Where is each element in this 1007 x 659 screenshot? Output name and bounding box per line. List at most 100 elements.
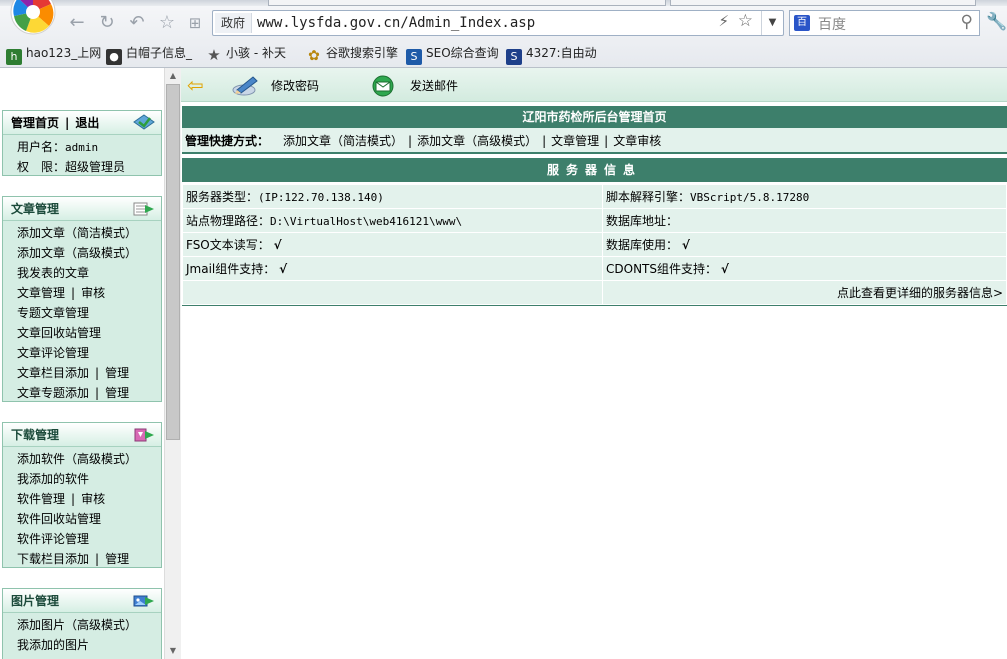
download-menu: 添加软件（高级模式） 我添加的软件 软件管理 | 审核 软件回收站管理 软件评论管理… — [3, 447, 161, 573]
baidu-icon[interactable]: 百 — [794, 15, 810, 31]
cdonts-label: CDONTS组件支持： — [606, 262, 717, 276]
picture-arrow-icon — [133, 595, 154, 607]
db-address-cell: 数据库地址： — [602, 208, 1007, 233]
site-category-tag: 政府 — [215, 13, 253, 33]
cdonts-cell: CDONTS组件支持： √ — [602, 256, 1007, 281]
back-icon[interactable]: ← — [66, 12, 88, 34]
grid-icon[interactable]: ⊞ — [184, 12, 206, 34]
menu-my-software[interactable]: 我添加的软件 — [17, 469, 161, 489]
menu-my-articles[interactable]: 我发表的文章 — [17, 263, 161, 283]
more-server-info-link[interactable]: 点此查看更详细的服务器信息> — [602, 280, 1007, 305]
bookmark-baimaozi[interactable]: ● 白帽子信息_ — [106, 42, 192, 65]
menu-article-column-add[interactable]: 文章栏目添加 — [17, 366, 89, 380]
menu-download-column-row: 下载栏目添加 | 管理 — [17, 549, 161, 569]
quick-add-article-simple[interactable]: 添加文章（简洁模式） — [283, 134, 403, 148]
quick-article-manage[interactable]: 文章管理 — [551, 134, 599, 148]
scroll-down-icon[interactable]: ▼ — [165, 643, 181, 659]
change-password-link[interactable]: 修改密码 — [271, 77, 319, 94]
bookmark-seo[interactable]: S SEO综合查询 — [406, 42, 499, 65]
mac-icon: ● — [106, 49, 122, 65]
menu-article-audit[interactable]: 审核 — [81, 286, 105, 300]
menu-add-article-simple[interactable]: 添加文章（简洁模式） — [17, 223, 161, 243]
home-link[interactable]: 管理首页 — [11, 116, 59, 130]
url-text[interactable]: www.lysfda.gov.cn/Admin_Index.asp — [257, 14, 535, 32]
article-panel-header[interactable]: 文章管理 — [3, 197, 161, 221]
browser-logo-icon[interactable] — [6, 0, 60, 36]
lightning-icon[interactable]: ⚡ — [718, 12, 729, 30]
script-engine-label: 脚本解释引擎： — [606, 190, 691, 204]
reload-icon[interactable]: ↻ — [96, 12, 118, 34]
pencil-icon[interactable] — [231, 73, 259, 97]
separator: | — [604, 134, 609, 148]
bookmark-google[interactable]: ✿ 谷歌搜索引擎 — [306, 42, 398, 64]
menu-download-column-manage[interactable]: 管理 — [105, 552, 129, 566]
menu-add-picture[interactable]: 添加图片（高级模式） — [17, 615, 161, 635]
main-content: ⇦ 修改密码 发送邮件 辽阳市药检所后台管理首页 管理快捷方式： 添加文章（简洁模… — [181, 68, 1007, 659]
fso-label: FSO文本读写： — [186, 238, 270, 252]
menu-software-audit[interactable]: 审核 — [81, 492, 105, 506]
server-type-value: (IP:122.70.138.140) — [258, 191, 384, 204]
menu-article-recycle[interactable]: 文章回收站管理 — [17, 323, 161, 343]
bookmark-label: SEO综合查询 — [426, 46, 499, 60]
db-use-cell: 数据库使用： √ — [602, 232, 1007, 257]
back-arrow-icon[interactable]: ⇦ — [187, 75, 204, 95]
scrollbar-thumb[interactable] — [166, 84, 180, 440]
browser-tab[interactable] — [670, 0, 976, 6]
menu-software-manage[interactable]: 软件管理 — [17, 492, 65, 506]
separator: | — [71, 286, 76, 300]
picture-menu: 添加图片（高级模式） 我添加的图片 — [3, 613, 161, 659]
script-engine-cell: 脚本解释引擎：VBScript/5.8.17280 — [602, 184, 1007, 209]
bookmark-star-icon[interactable]: ☆ — [738, 11, 753, 31]
bookmark-label: 小骇 - 补天 — [226, 46, 286, 60]
picture-panel-header[interactable]: 图片管理 — [3, 589, 161, 613]
logout-link[interactable]: 退出 — [75, 116, 99, 130]
menu-article-column-manage[interactable]: 管理 — [105, 366, 129, 380]
separator: | — [71, 492, 76, 506]
separator: | — [542, 134, 547, 148]
scroll-up-icon[interactable]: ▲ — [165, 68, 181, 84]
chevron-down-icon[interactable]: ▼ — [761, 11, 783, 35]
bookmark-hao123[interactable]: h hao123_上网 — [6, 42, 102, 65]
check-icon: √ — [681, 238, 690, 252]
quick-links-bar: 管理快捷方式： 添加文章（简洁模式） | 添加文章（高级模式） | 文章管理 | 文章审核 — [182, 128, 1007, 154]
bookmark-4327[interactable]: S 4327:自由动 — [506, 42, 597, 65]
site-path-cell: 站点物理路径：D:\VirtualHost\web416121\www\ — [182, 208, 603, 233]
quick-add-article-advanced[interactable]: 添加文章（高级模式） — [417, 134, 537, 148]
menu-topic-articles[interactable]: 专题文章管理 — [17, 303, 161, 323]
menu-software-recycle[interactable]: 软件回收站管理 — [17, 509, 161, 529]
mail-icon[interactable] — [371, 74, 395, 98]
separator: | — [95, 366, 100, 380]
menu-my-pictures[interactable]: 我添加的图片 — [17, 635, 161, 655]
browser-tab[interactable] — [268, 0, 666, 6]
menu-article-manage[interactable]: 文章管理 — [17, 286, 65, 300]
bookmark-label: 谷歌搜索引擎 — [326, 46, 399, 60]
search-icon[interactable]: ⚲ — [961, 12, 973, 32]
server-type-cell: 服务器类型：(IP:122.70.138.140) — [182, 184, 603, 209]
menu-software-comments[interactable]: 软件评论管理 — [17, 529, 161, 549]
search-box[interactable]: 百 百度 ⚲ — [789, 10, 980, 36]
left-frame-scrollbar[interactable]: ▲ ▼ — [164, 68, 181, 659]
check-icon: √ — [720, 262, 729, 276]
download-panel-header[interactable]: 下载管理 — [3, 423, 161, 447]
quick-article-audit[interactable]: 文章审核 — [613, 134, 661, 148]
picture-panel: 图片管理 添加图片（高级模式） 我添加的图片 — [2, 588, 162, 659]
menu-article-topic-manage[interactable]: 管理 — [105, 386, 129, 400]
favorite-star-icon[interactable]: ☆ — [156, 12, 178, 34]
address-bar[interactable]: 政府 www.lysfda.gov.cn/Admin_Index.asp ⚡ ☆… — [212, 10, 784, 36]
bookmark-butian[interactable]: ★ 小骇 - 补天 — [206, 42, 286, 64]
wrench-icon[interactable]: 🔧 — [986, 12, 1007, 32]
menu-article-comments[interactable]: 文章评论管理 — [17, 343, 161, 363]
menu-add-article-advanced[interactable]: 添加文章（高级模式） — [17, 243, 161, 263]
menu-download-column-add[interactable]: 下载栏目添加 — [17, 552, 89, 566]
menu-article-topic-add[interactable]: 文章专题添加 — [17, 386, 89, 400]
site-path-value: D:\VirtualHost\web416121\www\ — [270, 215, 463, 228]
username-row: 用户名：admin — [17, 137, 161, 157]
menu-add-software[interactable]: 添加软件（高级模式） — [17, 449, 161, 469]
send-mail-link[interactable]: 发送邮件 — [410, 77, 458, 94]
user-info: 用户名：admin 权 限：超级管理员 — [3, 135, 161, 181]
role-value: 超级管理员 — [65, 160, 126, 174]
undo-icon[interactable]: ↶ — [126, 12, 148, 34]
bookmark-label: hao123_上网 — [26, 46, 102, 60]
google-icon: ✿ — [308, 48, 320, 64]
menu-article-manage-row: 文章管理 | 审核 — [17, 283, 161, 303]
